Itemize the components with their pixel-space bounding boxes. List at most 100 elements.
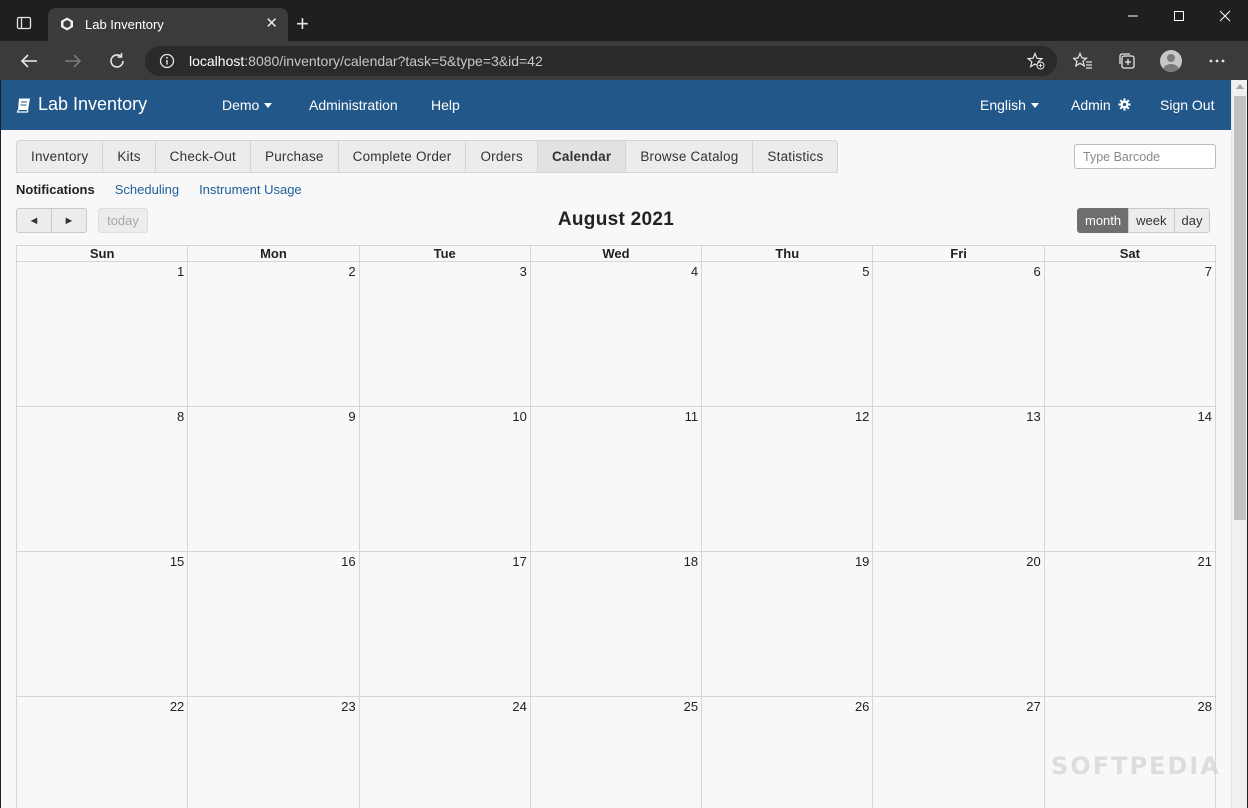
tab-close-icon[interactable]: ✕ [265, 16, 278, 32]
watermark: SOFTPEDIA [1051, 752, 1221, 780]
next-month-button[interactable]: ► [51, 208, 87, 233]
day-cell[interactable]: 10 [359, 407, 531, 552]
day-cell[interactable]: 17 [359, 552, 531, 697]
day-cell[interactable]: 24 [360, 697, 531, 808]
weekday-label: Thu [702, 246, 874, 262]
tab-inventory[interactable]: Inventory [16, 140, 103, 173]
profile-avatar-icon[interactable] [1160, 50, 1182, 72]
tab-browse-catalog[interactable]: Browse Catalog [625, 140, 753, 173]
brand-title: Lab Inventory [38, 94, 148, 114]
site-info-icon[interactable] [159, 53, 175, 69]
tab-actions-icon[interactable] [8, 11, 40, 39]
day-cell[interactable]: 6 [873, 262, 1045, 407]
book-icon [16, 98, 30, 113]
site-favicon-icon [61, 17, 73, 31]
barcode-input[interactable] [1074, 144, 1216, 169]
calendar-days: 1 2 3 4 5 6 7 8 9 10 11 12 13 14 15 16 17 18 19 20 21 22 23 24 2… [17, 262, 1216, 808]
day-cell[interactable]: 8 [17, 407, 189, 552]
day-cell[interactable]: 14 [1044, 407, 1216, 552]
administration-link[interactable]: Administration [309, 97, 398, 113]
view-day-button[interactable]: day [1173, 208, 1211, 233]
view-month-button[interactable]: month [1077, 208, 1129, 233]
tab-check-out[interactable]: Check-Out [154, 140, 250, 173]
day-cell[interactable]: 4 [530, 262, 703, 407]
weekday-label: Fri [873, 246, 1045, 262]
back-arrow-icon[interactable] [15, 47, 43, 75]
subnav: Notifications Scheduling Instrument Usag… [16, 182, 302, 197]
day-cell[interactable]: 26 [702, 697, 874, 808]
weekday-label: Wed [530, 246, 703, 262]
collections-icon[interactable] [1116, 50, 1138, 72]
day-cell[interactable]: 2 [188, 262, 360, 407]
weekday-label: Tue [359, 246, 531, 262]
prev-month-button[interactable]: ◄ [16, 208, 52, 233]
day-cell[interactable]: 15 [17, 552, 189, 697]
scrollbar-thumb[interactable] [1234, 96, 1246, 520]
day-cell[interactable]: 3 [359, 262, 531, 407]
weekday-label: Mon [188, 246, 360, 262]
subnav-notifications[interactable]: Notifications [16, 182, 95, 197]
tab-kits[interactable]: Kits [102, 140, 155, 173]
language-menu[interactable]: English [980, 97, 1039, 113]
gear-icon [1118, 98, 1131, 111]
day-cell[interactable]: 18 [530, 552, 703, 697]
day-cell[interactable]: 13 [873, 407, 1045, 552]
scroll-up-icon[interactable] [1236, 84, 1244, 89]
view-week-button[interactable]: week [1128, 208, 1174, 233]
tab-calendar[interactable]: Calendar [536, 140, 626, 173]
day-cell[interactable]: 5 [702, 262, 874, 407]
weekday-label: Sat [1044, 246, 1216, 262]
day-cell[interactable]: 27 [873, 697, 1045, 808]
day-cell[interactable]: 7 [1044, 262, 1216, 407]
day-cell[interactable]: 16 [188, 552, 360, 697]
weekday-header: Sun Mon Tue Wed Thu Fri Sat [17, 246, 1216, 262]
weekday-label: Sun [17, 246, 189, 262]
page-content: Lab Inventory Demo Administration Help E… [1, 80, 1231, 808]
day-cell[interactable]: 9 [188, 407, 360, 552]
browser-titlebar: Lab Inventory ✕ + [0, 0, 1248, 41]
forward-arrow-icon[interactable] [59, 47, 87, 75]
day-cell[interactable]: 12 [702, 407, 874, 552]
calendar-title: August 2021 [557, 209, 675, 230]
day-cell[interactable]: 25 [531, 697, 703, 808]
more-options-icon[interactable] [1206, 50, 1228, 72]
day-cell[interactable]: 22 [17, 697, 189, 808]
subnav-instrument-usage[interactable]: Instrument Usage [199, 182, 302, 197]
app-navbar: Lab Inventory Demo Administration Help E… [1, 80, 1231, 130]
tab-statistics[interactable]: Statistics [752, 140, 839, 173]
calendar-grid: Sun Mon Tue Wed Thu Fri Sat 1 2 3 4 5 6 7 8 9 10 1… [16, 245, 1216, 808]
url-text: localhost:8080/inventory/calendar?task=5… [189, 53, 543, 69]
day-cell[interactable]: 23 [188, 697, 360, 808]
new-tab-icon[interactable]: + [296, 13, 309, 35]
subnav-scheduling[interactable]: Scheduling [115, 182, 179, 197]
minimize-icon[interactable] [1110, 0, 1156, 32]
page-scrollbar[interactable] [1231, 80, 1247, 808]
day-cell[interactable]: 1 [17, 262, 189, 407]
brand-link[interactable]: Lab Inventory [16, 94, 147, 115]
reload-icon[interactable] [103, 47, 131, 75]
view-switcher: month week day [1077, 208, 1211, 233]
help-link[interactable]: Help [431, 97, 460, 113]
main-tabs: Inventory Kits Check-Out Purchase Comple… [16, 140, 839, 173]
favorites-icon[interactable] [1072, 50, 1094, 72]
day-cell[interactable]: 21 [1044, 552, 1216, 697]
address-bar[interactable]: localhost:8080/inventory/calendar?task=5… [145, 46, 1057, 76]
caret-down-icon [264, 103, 273, 108]
browser-tab[interactable]: Lab Inventory ✕ [48, 8, 288, 41]
maximize-icon[interactable] [1156, 0, 1202, 32]
sign-out-link[interactable]: Sign Out [1160, 97, 1214, 113]
tab-title: Lab Inventory [85, 17, 164, 32]
admin-menu[interactable]: Admin [1071, 97, 1131, 113]
add-favorite-icon[interactable] [1027, 52, 1045, 70]
today-button[interactable]: today [98, 208, 148, 233]
tab-complete-order[interactable]: Complete Order [337, 140, 466, 173]
demo-menu[interactable]: Demo [222, 97, 273, 113]
caret-down-icon [1030, 103, 1039, 108]
browser-toolbar: localhost:8080/inventory/calendar?task=5… [0, 41, 1248, 80]
tab-orders[interactable]: Orders [465, 140, 537, 173]
day-cell[interactable]: 19 [702, 552, 874, 697]
tab-purchase[interactable]: Purchase [249, 140, 338, 173]
day-cell[interactable]: 11 [530, 407, 703, 552]
day-cell[interactable]: 20 [873, 552, 1045, 697]
window-close-icon[interactable] [1202, 0, 1248, 32]
